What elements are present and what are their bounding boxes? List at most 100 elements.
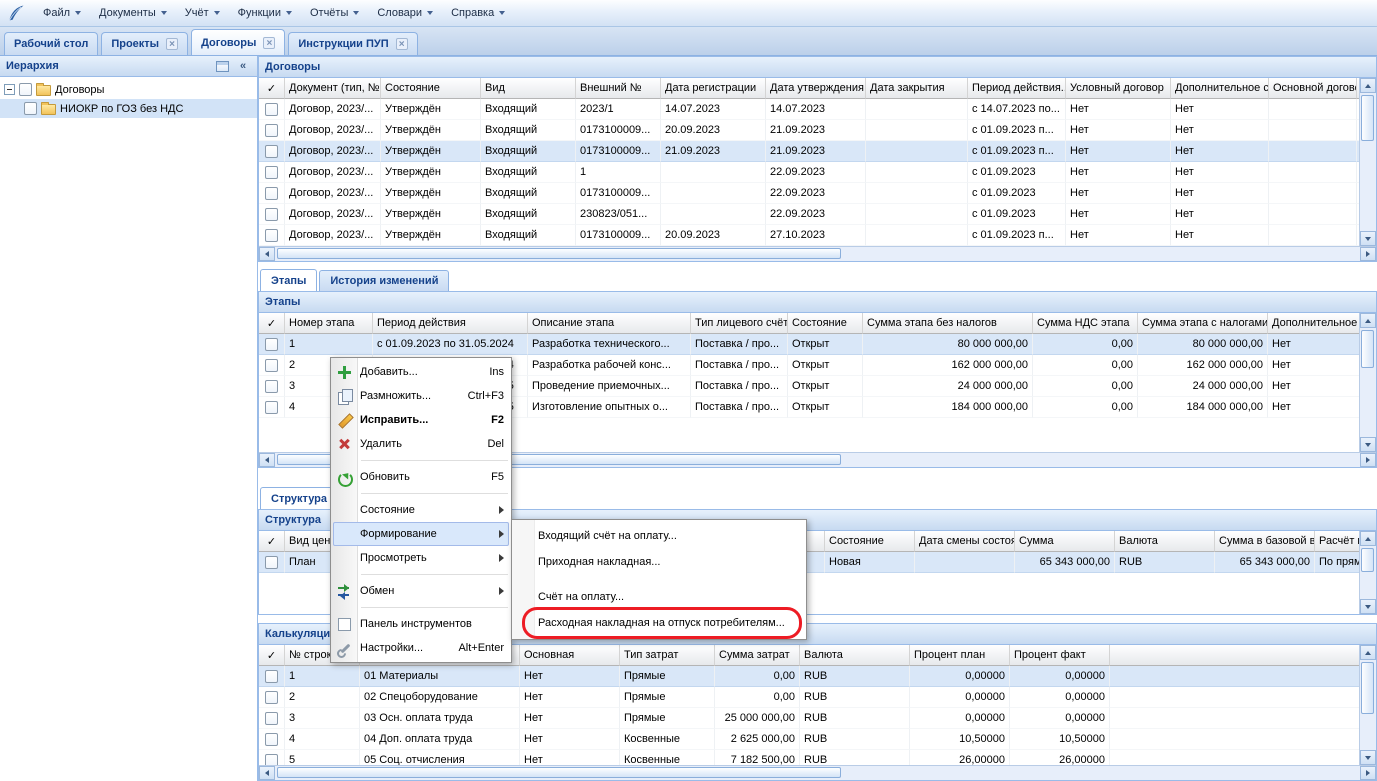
table-cell[interactable] bbox=[1110, 729, 1359, 750]
table-cell[interactable]: 22.09.2023 bbox=[766, 162, 866, 183]
table-cell[interactable] bbox=[1110, 666, 1359, 687]
scroll-up-button[interactable] bbox=[1360, 313, 1376, 328]
table-cell[interactable]: Входящий bbox=[481, 120, 576, 141]
table-row[interactable]: Договор, 2023/...УтверждёнВходящий230823… bbox=[259, 204, 1359, 225]
table-cell[interactable] bbox=[866, 141, 968, 162]
table-cell[interactable]: 0,00000 bbox=[1010, 708, 1110, 729]
column-header[interactable]: Состояние bbox=[381, 78, 481, 99]
collapse-left-icon[interactable]: « bbox=[235, 59, 251, 73]
menubar-item[interactable]: Словари bbox=[368, 3, 442, 23]
table-cell[interactable]: 0,00000 bbox=[1010, 666, 1110, 687]
scroll-down-button[interactable] bbox=[1360, 750, 1376, 765]
table-cell[interactable]: 4 bbox=[285, 729, 360, 750]
table-cell[interactable]: Нет bbox=[520, 750, 620, 765]
table-cell[interactable] bbox=[1269, 204, 1357, 225]
row-checkbox[interactable] bbox=[265, 712, 278, 725]
table-cell[interactable]: с 01.09.2023 bbox=[968, 183, 1066, 204]
table-cell[interactable]: 10,50000 bbox=[910, 729, 1010, 750]
context-menu-item[interactable]: Добавить...Ins bbox=[333, 360, 509, 384]
table-cell[interactable] bbox=[1269, 99, 1357, 120]
table-cell[interactable]: с 01.09.2023 п... bbox=[968, 141, 1066, 162]
tree-expander-icon[interactable] bbox=[4, 84, 15, 95]
row-checkbox[interactable] bbox=[265, 380, 278, 393]
table-cell[interactable] bbox=[866, 99, 968, 120]
table-cell[interactable]: 0173100009... bbox=[576, 120, 661, 141]
table-cell[interactable]: 230823/051... bbox=[576, 204, 661, 225]
row-checkbox[interactable] bbox=[265, 145, 278, 158]
context-menu-item[interactable]: УдалитьDel bbox=[333, 432, 509, 456]
table-cell[interactable]: Открыт bbox=[788, 397, 863, 418]
stages-vertical-scrollbar[interactable] bbox=[1359, 313, 1376, 452]
table-cell[interactable] bbox=[661, 183, 766, 204]
column-header[interactable]: Номер этапа bbox=[285, 313, 373, 334]
table-cell[interactable]: Входящий bbox=[481, 99, 576, 120]
column-header[interactable]: Сумма bbox=[1015, 531, 1115, 552]
table-cell[interactable] bbox=[661, 162, 766, 183]
table-cell[interactable]: с 01.09.2023 по 31.05.2024 bbox=[373, 334, 528, 355]
scroll-up-button[interactable] bbox=[1360, 531, 1376, 546]
table-cell[interactable]: Входящий bbox=[481, 162, 576, 183]
table-cell[interactable]: 01 Материалы bbox=[360, 666, 520, 687]
table-cell[interactable]: Утверждён bbox=[381, 183, 481, 204]
table-cell[interactable] bbox=[866, 183, 968, 204]
close-icon[interactable]: × bbox=[396, 38, 408, 50]
table-cell[interactable]: 2023/1 bbox=[576, 99, 661, 120]
table-cell[interactable] bbox=[866, 225, 968, 246]
table-cell[interactable]: Нет bbox=[520, 729, 620, 750]
table-cell[interactable]: 0,00 bbox=[715, 687, 800, 708]
menubar-item[interactable]: Документы bbox=[90, 3, 176, 23]
table-cell[interactable]: 0,00000 bbox=[910, 687, 1010, 708]
table-cell[interactable]: 24 000 000,00 bbox=[1138, 376, 1268, 397]
scroll-up-button[interactable] bbox=[1360, 78, 1376, 93]
table-row[interactable]: Договор, 2023/...УтверждёнВходящий017310… bbox=[259, 120, 1359, 141]
table-cell[interactable]: Нет bbox=[1171, 183, 1269, 204]
table-cell[interactable] bbox=[1110, 687, 1359, 708]
column-header[interactable]: Внешний № bbox=[576, 78, 661, 99]
table-row[interactable]: Договор, 2023/...УтверждёнВходящий122.09… bbox=[259, 162, 1359, 183]
submenu-item[interactable]: Счёт на оплату... bbox=[512, 584, 806, 610]
table-cell[interactable]: Договор, 2023/... bbox=[285, 225, 381, 246]
menubar-item[interactable]: Справка bbox=[442, 3, 514, 23]
table-cell[interactable]: Открыт bbox=[788, 355, 863, 376]
table-cell[interactable]: Косвенные bbox=[620, 750, 715, 765]
row-checkbox[interactable] bbox=[265, 124, 278, 137]
scroll-left-button[interactable] bbox=[259, 766, 275, 780]
column-header[interactable]: Тип затрат bbox=[620, 645, 715, 666]
table-cell[interactable]: 3 bbox=[285, 708, 360, 729]
table-cell[interactable]: Договор, 2023/... bbox=[285, 204, 381, 225]
select-all-header[interactable]: ✓ bbox=[259, 313, 285, 334]
table-cell[interactable]: Утверждён bbox=[381, 99, 481, 120]
table-cell[interactable]: 03 Осн. оплата труда bbox=[360, 708, 520, 729]
table-cell[interactable]: 0,00000 bbox=[1010, 687, 1110, 708]
structure-vertical-scrollbar[interactable] bbox=[1359, 531, 1376, 614]
table-cell[interactable]: 21.09.2023 bbox=[766, 120, 866, 141]
table-cell[interactable]: 2 bbox=[285, 687, 360, 708]
row-checkbox[interactable] bbox=[265, 187, 278, 200]
table-cell[interactable]: Новая bbox=[825, 552, 915, 573]
table-cell[interactable]: 22.09.2023 bbox=[766, 204, 866, 225]
table-cell[interactable]: 0173100009... bbox=[576, 225, 661, 246]
table-cell[interactable]: 0173100009... bbox=[576, 183, 661, 204]
table-cell[interactable]: Открыт bbox=[788, 376, 863, 397]
row-checkbox[interactable] bbox=[265, 733, 278, 746]
row-checkbox[interactable] bbox=[265, 208, 278, 221]
table-cell[interactable] bbox=[661, 204, 766, 225]
table-row[interactable]: 101 МатериалыНетПрямые0,00RUB0,000000,00… bbox=[259, 666, 1359, 687]
context-menu-item[interactable]: Состояние bbox=[333, 498, 509, 522]
table-cell[interactable]: Поставка / про... bbox=[691, 376, 788, 397]
select-all-header[interactable]: ✓ bbox=[259, 645, 285, 666]
table-cell[interactable]: Утверждён bbox=[381, 141, 481, 162]
context-menu-item[interactable]: Настройки...Alt+Enter bbox=[333, 636, 509, 660]
table-cell[interactable]: 0,00000 bbox=[910, 708, 1010, 729]
table-cell[interactable]: Изготовление опытных о... bbox=[528, 397, 691, 418]
table-cell[interactable]: 0,00 bbox=[1033, 355, 1138, 376]
table-cell[interactable]: Прямые bbox=[620, 708, 715, 729]
scroll-thumb[interactable] bbox=[277, 248, 841, 259]
contracts-horizontal-scrollbar[interactable] bbox=[259, 246, 1376, 261]
select-all-header[interactable]: ✓ bbox=[259, 531, 285, 552]
scroll-track[interactable] bbox=[1360, 546, 1376, 599]
scroll-thumb[interactable] bbox=[1361, 662, 1374, 714]
table-cell[interactable]: Нет bbox=[520, 708, 620, 729]
table-cell[interactable]: Нет bbox=[1268, 334, 1359, 355]
scroll-thumb[interactable] bbox=[1361, 330, 1374, 368]
